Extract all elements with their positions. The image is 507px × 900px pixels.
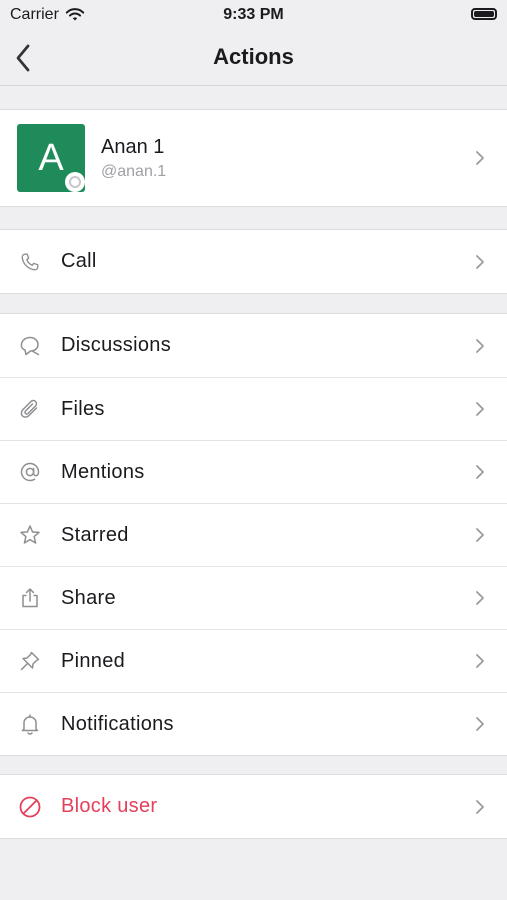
battery-icon [471, 8, 497, 20]
menu-item-label: Starred [61, 523, 129, 546]
menu-item-call[interactable]: Call [0, 230, 507, 293]
menu-item-notifications[interactable]: Notifications [0, 692, 507, 755]
star-icon [18, 523, 42, 547]
menu-item-label: Block user [61, 795, 158, 817]
profile-handle: @anan.1 [101, 163, 167, 180]
block-user-button[interactable]: Block user [0, 775, 507, 838]
menu-item-label: Notifications [61, 712, 174, 735]
presence-status-icon [65, 172, 85, 192]
profile-name: Anan 1 [101, 136, 165, 158]
chevron-right-icon [476, 799, 484, 814]
menu-item-label: Share [61, 586, 116, 609]
at-icon [18, 460, 42, 484]
menu-item-mentions[interactable]: Mentions [0, 440, 507, 503]
menu-item-pinned[interactable]: Pinned [0, 629, 507, 692]
chevron-right-icon [476, 717, 484, 731]
phone-icon [18, 250, 42, 274]
menu-item-label: Discussions [61, 334, 171, 356]
chevron-right-icon [476, 465, 484, 479]
page-title: Actions [213, 44, 294, 69]
avatar-letter: A [38, 136, 64, 179]
menu-item-starred[interactable]: Starred [0, 503, 507, 566]
chevron-right-icon [476, 528, 484, 542]
menu-item-label: Pinned [61, 649, 126, 672]
chevron-right-icon [476, 151, 484, 165]
status-time: 9:33 PM [223, 6, 284, 23]
chevron-right-icon [476, 591, 484, 605]
block-icon [18, 795, 42, 819]
block-group: Block user [0, 774, 507, 839]
paperclip-icon [18, 397, 42, 421]
navigation-bar: Actions [0, 30, 507, 86]
chevron-right-icon [476, 254, 484, 269]
call-group: Call [0, 229, 507, 294]
chevron-right-icon [476, 402, 484, 416]
menu-item-label: Files [61, 397, 105, 420]
menu-item-label: Mentions [61, 460, 145, 483]
share-icon [18, 586, 42, 610]
chevron-right-icon [476, 338, 484, 353]
bell-icon [18, 712, 42, 736]
menu-item-label: Call [61, 250, 97, 272]
profile-row[interactable]: A Anan 1 @anan.1 [0, 110, 507, 206]
status-bar: Carrier 9:33 PM [0, 0, 507, 30]
menu-item-share[interactable]: Share [0, 566, 507, 629]
chevron-right-icon [476, 654, 484, 668]
menu-item-files[interactable]: Files [0, 377, 507, 440]
menu-item-discussions[interactable]: Discussions [0, 314, 507, 377]
actions-menu-group: Discussions Files Mentions Starred Share [0, 313, 507, 756]
discussion-icon [18, 334, 42, 358]
pin-icon [18, 649, 42, 673]
profile-group: A Anan 1 @anan.1 [0, 109, 507, 207]
